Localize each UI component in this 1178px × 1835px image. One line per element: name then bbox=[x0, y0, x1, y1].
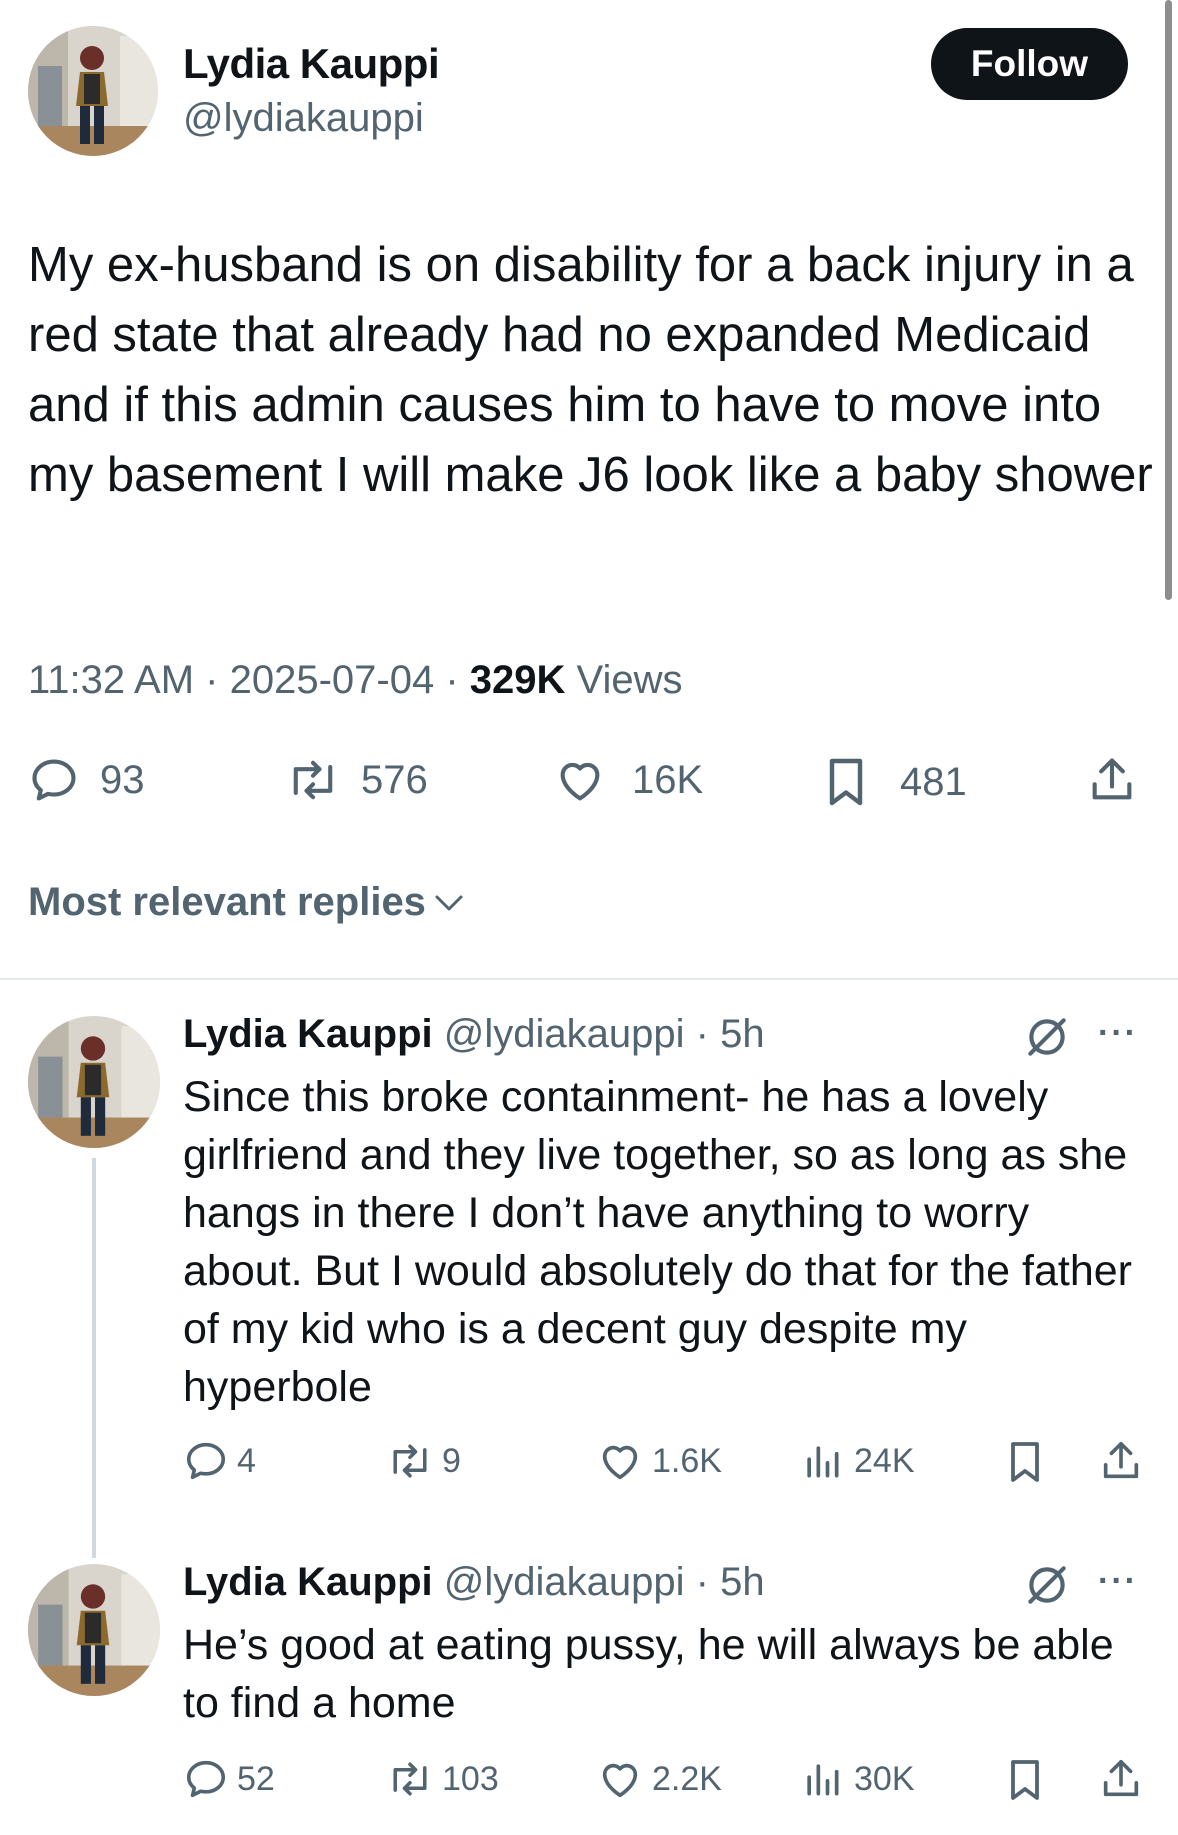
action-bar: 93 576 16K 481 bbox=[0, 750, 1178, 820]
divider bbox=[0, 978, 1178, 980]
author-handle[interactable]: @lydiakauppi bbox=[183, 96, 424, 141]
tweet-date[interactable]: 2025-07-04 bbox=[230, 658, 435, 702]
replies-sort-label: Most relevant replies bbox=[28, 880, 426, 924]
like-button[interactable]: 16K bbox=[552, 754, 703, 806]
more-icon[interactable]: ··· bbox=[1098, 1562, 1138, 1601]
like-button[interactable]: 2.2K bbox=[596, 1756, 722, 1802]
scrollbar[interactable] bbox=[1165, 0, 1172, 600]
meta-separator: · bbox=[434, 658, 470, 702]
bookmark-button[interactable] bbox=[1004, 1438, 1046, 1486]
reply-text: He’s good at eating pussy, he will alway… bbox=[183, 1621, 1114, 1727]
repost-button[interactable]: 9 bbox=[386, 1438, 461, 1484]
share-button[interactable] bbox=[1086, 754, 1138, 806]
avatar-photo bbox=[28, 26, 158, 156]
replies-sort[interactable]: Most relevant replies bbox=[28, 880, 464, 925]
reply-icon bbox=[186, 1442, 226, 1480]
avatar[interactable] bbox=[28, 26, 158, 156]
share-icon bbox=[1103, 1759, 1139, 1797]
avatar-photo bbox=[28, 1564, 160, 1696]
bookmark-button[interactable]: 481 bbox=[822, 754, 967, 810]
tweet-time[interactable]: 11:32 AM bbox=[28, 658, 194, 702]
reply-text: Since this broke containment- he has a l… bbox=[183, 1073, 1133, 1411]
repost-button[interactable]: 103 bbox=[386, 1756, 499, 1802]
repost-count: 103 bbox=[442, 1759, 499, 1798]
share-button[interactable] bbox=[1098, 1438, 1144, 1484]
views-button[interactable]: 30K bbox=[800, 1756, 915, 1802]
reply-count: 4 bbox=[237, 1441, 256, 1480]
avatar-photo bbox=[28, 1016, 160, 1148]
like-icon bbox=[602, 1445, 638, 1480]
reply-count: 93 bbox=[100, 757, 145, 802]
bookmark-icon bbox=[829, 758, 863, 806]
avatar[interactable] bbox=[28, 1564, 160, 1696]
like-count: 16K bbox=[632, 757, 704, 802]
views-count: 329K bbox=[469, 658, 566, 702]
author-handle[interactable]: @lydiakauppi bbox=[444, 1012, 685, 1056]
author-name[interactable]: Lydia Kauppi bbox=[183, 40, 440, 88]
follow-button[interactable]: Follow bbox=[931, 28, 1128, 100]
repost-icon bbox=[393, 1762, 427, 1796]
reply-time[interactable]: · 5h bbox=[696, 1560, 765, 1604]
grok-icon[interactable] bbox=[1022, 1012, 1072, 1062]
reply-button[interactable]: 52 bbox=[183, 1756, 275, 1802]
like-icon bbox=[560, 762, 600, 801]
repost-count: 9 bbox=[442, 1441, 461, 1480]
views-button[interactable]: 24K bbox=[800, 1438, 915, 1484]
like-count: 1.6K bbox=[652, 1441, 722, 1480]
grok-icon[interactable] bbox=[1022, 1560, 1072, 1610]
reply-icon bbox=[32, 759, 76, 801]
bookmark-count: 481 bbox=[900, 759, 967, 804]
share-icon bbox=[1103, 1441, 1139, 1479]
reply-count: 52 bbox=[237, 1759, 275, 1798]
tweet-text: My ex-husband is on disability for a bac… bbox=[28, 238, 1153, 502]
views-count: 24K bbox=[854, 1441, 915, 1480]
reply-icon bbox=[186, 1760, 226, 1798]
reply-time[interactable]: · 5h bbox=[696, 1012, 765, 1056]
repost-icon bbox=[393, 1444, 427, 1478]
author-name[interactable]: Lydia Kauppi bbox=[183, 1560, 433, 1604]
views-label: Views bbox=[576, 658, 683, 702]
thread-line bbox=[92, 1158, 96, 1558]
reply-header: Lydia Kauppi @lydiakauppi · 5h bbox=[183, 1560, 765, 1605]
author-handle[interactable]: @lydiakauppi bbox=[444, 1560, 685, 1604]
avatar[interactable] bbox=[28, 1016, 160, 1148]
bookmark-icon bbox=[1011, 1442, 1039, 1482]
like-count: 2.2K bbox=[652, 1759, 722, 1798]
chevron-down-icon bbox=[435, 895, 463, 910]
views-icon bbox=[807, 1446, 839, 1478]
reply-button[interactable]: 93 bbox=[28, 754, 145, 806]
more-icon[interactable]: ··· bbox=[1098, 1014, 1138, 1053]
share-icon bbox=[1092, 758, 1132, 800]
bookmark-button[interactable] bbox=[1004, 1756, 1046, 1804]
share-button[interactable] bbox=[1098, 1756, 1144, 1802]
repost-icon bbox=[293, 760, 333, 800]
views-icon bbox=[807, 1764, 839, 1796]
like-icon bbox=[602, 1763, 638, 1798]
reply-button[interactable]: 4 bbox=[183, 1438, 256, 1484]
repost-button[interactable]: 576 bbox=[285, 754, 428, 806]
repost-count: 576 bbox=[361, 757, 428, 802]
like-button[interactable]: 1.6K bbox=[596, 1438, 722, 1484]
meta-separator: · bbox=[194, 658, 230, 702]
reply-header: Lydia Kauppi @lydiakauppi · 5h bbox=[183, 1012, 765, 1057]
tweet-meta: 11:32 AM · 2025-07-04 · 329K Views bbox=[28, 658, 682, 703]
bookmark-icon bbox=[1011, 1760, 1039, 1800]
views-count: 30K bbox=[854, 1759, 915, 1798]
author-name[interactable]: Lydia Kauppi bbox=[183, 1012, 433, 1056]
